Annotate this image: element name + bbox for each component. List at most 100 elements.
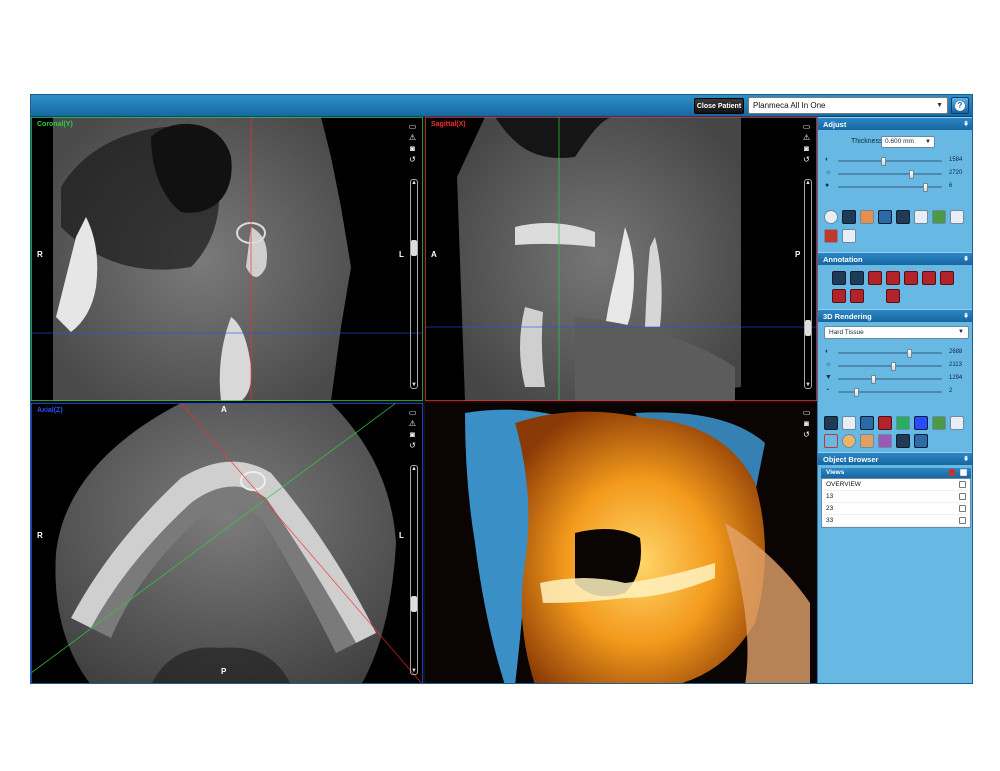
sagittal-viewport[interactable]: Sagittal(X) A P ▭ ⚠ ◙ ↺ ▲ ▼ (425, 117, 817, 401)
list-item[interactable]: 13 (822, 491, 970, 503)
nerve-annotation-icon[interactable] (886, 289, 900, 303)
coronal-viewport[interactable]: Coronal(Y) R L ▭ ⚠ ◙ ↺ ▲ ▼ (31, 117, 423, 401)
blue-plane-icon[interactable] (914, 416, 928, 430)
view-checkbox[interactable] (959, 517, 966, 524)
view-checkbox[interactable] (959, 493, 966, 500)
rect-annotation-icon[interactable] (904, 271, 918, 285)
green-plane-icon[interactable] (896, 416, 910, 430)
clear-annotations-icon[interactable] (868, 289, 882, 303)
slider-track[interactable] (838, 157, 942, 166)
maximize-icon[interactable]: ▭ (802, 409, 811, 417)
axial-viewport[interactable]: Axial(Z) A P R L ▭ ⚠ ◙ ↺ ▲ ▼ (31, 403, 423, 683)
skull-3d-icon[interactable] (914, 434, 928, 448)
segment-3d-icon[interactable] (932, 416, 946, 430)
ellipse-annotation-icon[interactable] (922, 271, 936, 285)
line-annotation-icon[interactable] (832, 271, 846, 285)
pan-view-icon[interactable] (824, 229, 838, 243)
annotation-section-header[interactable]: Annotation ⇞ (818, 252, 972, 265)
crop-icon[interactable] (824, 434, 838, 448)
pan-tool-icon[interactable] (842, 210, 856, 224)
camera-icon[interactable]: ◙ (408, 145, 417, 153)
list-item[interactable]: OVERVIEW (822, 479, 970, 491)
warning-icon[interactable]: ⚠ (408, 134, 417, 142)
opacity-map-icon[interactable] (896, 434, 910, 448)
reset-3d-icon[interactable] (950, 416, 964, 430)
volume-icon[interactable] (824, 416, 838, 430)
color-map-icon[interactable] (878, 434, 892, 448)
delete-annotation-icon[interactable] (940, 271, 954, 285)
slider-track[interactable] (838, 183, 942, 192)
slice-scrollbar[interactable]: ▲ ▼ (410, 465, 418, 675)
scroll-up-icon[interactable]: ▲ (411, 180, 417, 186)
scroll-down-icon[interactable]: ▼ (411, 668, 417, 674)
thickness-select[interactable]: 0.600 mm ▼ (881, 136, 935, 148)
view-checkbox[interactable] (959, 505, 966, 512)
slider-track[interactable] (838, 362, 942, 371)
select-all-checkbox[interactable] (960, 469, 967, 476)
head-icon[interactable] (860, 434, 874, 448)
reset-icon[interactable]: ↺ (408, 442, 417, 450)
scroll-up-icon[interactable]: ▲ (411, 466, 417, 472)
slider-handle[interactable] (854, 388, 859, 397)
layout-icon[interactable] (914, 210, 928, 224)
maximize-icon[interactable]: ▭ (408, 409, 417, 417)
slider-handle[interactable] (891, 362, 896, 371)
adjust-section-header[interactable]: Adjust ⇞ (818, 117, 972, 130)
slice-scrollbar[interactable]: ▲ ▼ (410, 179, 418, 389)
scroll-down-icon[interactable]: ▼ (411, 382, 417, 388)
slider-handle[interactable] (907, 349, 912, 358)
list-item[interactable]: 33 (822, 515, 970, 527)
reset-icon[interactable]: ↺ (802, 156, 811, 164)
reset-icon[interactable]: ↺ (802, 431, 811, 439)
camera-icon[interactable]: ◙ (408, 431, 417, 439)
camera-icon[interactable]: ◙ (802, 420, 811, 428)
3d-rendering-viewport[interactable]: ▭ ◙ ↺ (425, 403, 817, 683)
scroll-thumb[interactable] (411, 240, 417, 256)
render-mode-select[interactable]: Hard Tissue ▼ (824, 326, 969, 339)
slider-handle[interactable] (909, 170, 914, 179)
rotate-tool-icon[interactable] (860, 210, 874, 224)
crosshair-tool-icon[interactable] (878, 210, 892, 224)
rendering-section-header[interactable]: 3D Rendering ⇞ (818, 309, 972, 322)
slider-track[interactable] (838, 375, 942, 384)
light-icon[interactable] (842, 416, 856, 430)
object-browser-header[interactable]: Object Browser ⇞ (818, 452, 972, 466)
slider-handle[interactable] (923, 183, 928, 192)
trash-icon[interactable] (949, 469, 955, 476)
slider-track[interactable] (838, 349, 942, 358)
angle-annotation-icon[interactable] (850, 271, 864, 285)
segment-icon[interactable] (932, 210, 946, 224)
help-button[interactable]: ? (951, 97, 969, 114)
skull-icon[interactable] (842, 434, 856, 448)
arrow-annotation-icon[interactable] (886, 271, 900, 285)
freehand-annotation-icon[interactable] (832, 289, 846, 303)
maximize-icon[interactable]: ▭ (408, 123, 417, 131)
slider-track[interactable] (838, 388, 942, 397)
scroll-thumb[interactable] (411, 596, 417, 612)
slider-track[interactable] (838, 170, 942, 179)
device-select[interactable]: Planmeca All In One ▼ (748, 97, 948, 114)
list-item[interactable]: 23 (822, 503, 970, 515)
measure-tool-icon[interactable] (842, 229, 856, 243)
polygon-annotation-icon[interactable] (850, 289, 864, 303)
scroll-up-icon[interactable]: ▲ (805, 180, 811, 186)
zoom-tool-icon[interactable] (824, 210, 838, 224)
warning-icon[interactable]: ⚠ (802, 134, 811, 142)
warning-icon[interactable]: ⚠ (408, 420, 417, 428)
scroll-thumb[interactable] (805, 320, 811, 336)
slice-scrollbar[interactable]: ▲ ▼ (804, 179, 812, 389)
view-checkbox[interactable] (959, 481, 966, 488)
slider-handle[interactable] (871, 375, 876, 384)
maximize-icon[interactable]: ▭ (802, 123, 811, 131)
scroll-down-icon[interactable]: ▼ (805, 382, 811, 388)
collapse-icon[interactable]: ⇞ (963, 453, 969, 466)
close-patient-button[interactable]: Close Patient (694, 98, 744, 114)
slider-handle[interactable] (881, 157, 886, 166)
export-icon[interactable] (950, 210, 964, 224)
cut-plane-icon[interactable] (878, 416, 892, 430)
window-level-icon[interactable] (896, 210, 910, 224)
camera-icon[interactable]: ◙ (802, 145, 811, 153)
clip-plane-icon[interactable] (860, 416, 874, 430)
reset-icon[interactable]: ↺ (408, 156, 417, 164)
text-annotation-icon[interactable] (868, 271, 882, 285)
